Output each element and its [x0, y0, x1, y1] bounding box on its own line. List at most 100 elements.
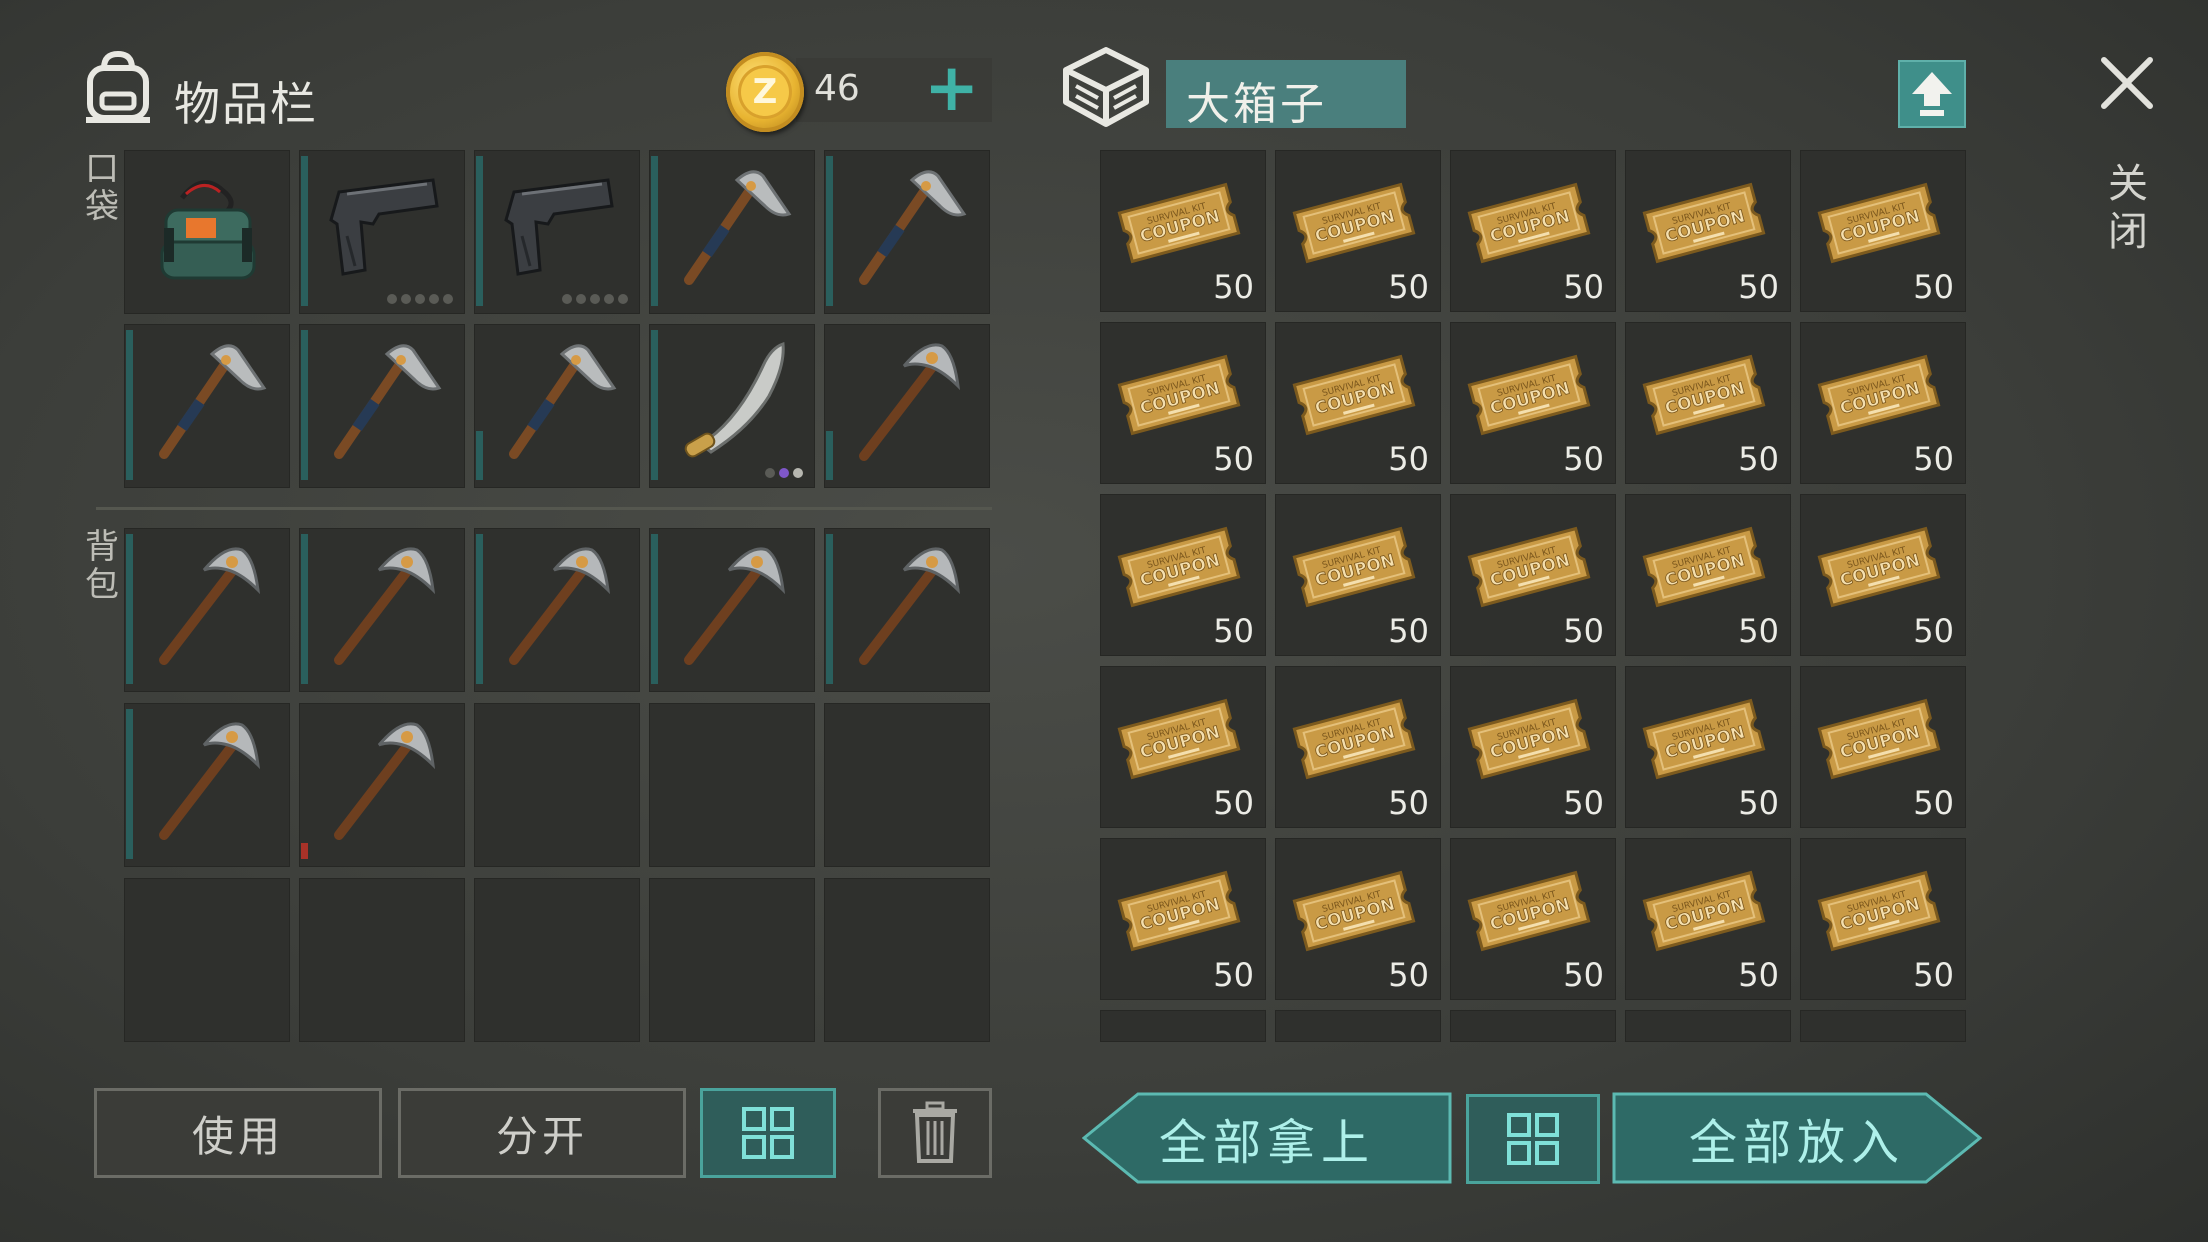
- inventory-slot[interactable]: [474, 528, 640, 692]
- take-all-label: 全部拿上: [1158, 1115, 1375, 1171]
- durability-bar: [126, 534, 133, 684]
- coupon-slot[interactable]: SURVIVAL KIT COUPON 50: [1625, 322, 1791, 484]
- coupon-slot[interactable]: SURVIVAL KIT COUPON 50: [1800, 150, 1966, 312]
- coupon-slot[interactable]: SURVIVAL KIT COUPON 50: [1800, 494, 1966, 656]
- coupon-slot[interactable]: SURVIVAL KIT COUPON 50: [1100, 494, 1266, 656]
- inventory-slot[interactable]: [124, 324, 290, 488]
- inventory-slot[interactable]: [649, 528, 815, 692]
- coupon-slot[interactable]: SURVIVAL KIT COUPON 50: [1275, 494, 1441, 656]
- coupon-slot[interactable]: SURVIVAL KIT COUPON 50: [1100, 322, 1266, 484]
- hatchet-icon: [509, 344, 617, 459]
- coupon-slot[interactable]: SURVIVAL KIT COUPON 50: [1800, 838, 1966, 1000]
- inventory-slot[interactable]: [124, 528, 290, 692]
- inventory-slot[interactable]: [824, 324, 990, 488]
- coupon-slot[interactable]: SURVIVAL KIT COUPON 50: [1275, 838, 1441, 1000]
- partial-slot[interactable]: [1100, 1010, 1266, 1042]
- coupon-slot[interactable]: SURVIVAL KIT COUPON 50: [1100, 838, 1266, 1000]
- inventory-slot[interactable]: [299, 150, 465, 314]
- coupon-slot[interactable]: SURVIVAL KIT COUPON 50: [1450, 322, 1616, 484]
- put-all-button[interactable]: 全部放入: [1612, 1092, 1982, 1184]
- survival-kit-coupon-icon: SURVIVAL KIT COUPON: [1467, 354, 1591, 436]
- quality-dots: [562, 294, 628, 304]
- inventory-slot[interactable]: [824, 878, 990, 1042]
- inventory-slot[interactable]: [474, 150, 640, 314]
- coupon-slot[interactable]: SURVIVAL KIT COUPON 50: [1625, 150, 1791, 312]
- partial-slot[interactable]: [1275, 1010, 1441, 1042]
- survival-kit-coupon-icon: SURVIVAL KIT COUPON: [1817, 354, 1941, 436]
- coupon-slot[interactable]: SURVIVAL KIT COUPON 50: [1275, 150, 1441, 312]
- inventory-slot[interactable]: [474, 324, 640, 488]
- grid-sort-icon: [1507, 1113, 1559, 1165]
- coupon-slot[interactable]: SURVIVAL KIT COUPON 50: [1450, 838, 1616, 1000]
- inventory-slot[interactable]: [824, 150, 990, 314]
- storage-box-icon: [1063, 47, 1149, 127]
- survival-kit-coupon-icon: SURVIVAL KIT COUPON: [1292, 526, 1416, 608]
- use-button[interactable]: 使用: [94, 1088, 382, 1178]
- pickaxe-icon: [684, 547, 786, 665]
- coupon-slot[interactable]: SURVIVAL KIT COUPON 50: [1625, 666, 1791, 828]
- sort-box-button[interactable]: [1466, 1094, 1600, 1184]
- survival-kit-coupon-icon: SURVIVAL KIT COUPON: [1642, 354, 1766, 436]
- inventory-slot[interactable]: [124, 878, 290, 1042]
- close-label[interactable]: 关闭: [2106, 160, 2150, 256]
- coupon-slot[interactable]: SURVIVAL KIT COUPON 50: [1275, 666, 1441, 828]
- durability-bar: [826, 156, 833, 306]
- split-button[interactable]: 分开: [398, 1088, 686, 1178]
- durability-bar: [301, 330, 308, 480]
- pickaxe-icon: [334, 547, 436, 665]
- item-quantity: 50: [1388, 612, 1429, 650]
- coupon-slot[interactable]: SURVIVAL KIT COUPON 50: [1100, 150, 1266, 312]
- inventory-slot[interactable]: [124, 150, 290, 314]
- coupon-slot[interactable]: SURVIVAL KIT COUPON 50: [1450, 150, 1616, 312]
- inventory-slot[interactable]: [649, 324, 815, 488]
- survival-kit-coupon-icon: SURVIVAL KIT COUPON: [1642, 182, 1766, 264]
- coupon-slot[interactable]: SURVIVAL KIT COUPON 50: [1625, 494, 1791, 656]
- survival-kit-coupon-icon: SURVIVAL KIT COUPON: [1292, 870, 1416, 952]
- coupon-slot[interactable]: SURVIVAL KIT COUPON 50: [1450, 666, 1616, 828]
- inventory-slot[interactable]: [649, 150, 815, 314]
- coupon-slot[interactable]: SURVIVAL KIT COUPON 50: [1275, 322, 1441, 484]
- inventory-slot[interactable]: [649, 703, 815, 867]
- item-quantity: 50: [1913, 440, 1954, 478]
- sort-inventory-button[interactable]: [700, 1088, 836, 1178]
- hatchet-icon: [334, 344, 442, 459]
- grid-sort-icon: [742, 1107, 794, 1159]
- inventory-slot[interactable]: [124, 703, 290, 867]
- inventory-slot[interactable]: [299, 324, 465, 488]
- item-quantity: 50: [1738, 440, 1779, 478]
- coupon-slot[interactable]: SURVIVAL KIT COUPON 50: [1800, 666, 1966, 828]
- inventory-slot[interactable]: [299, 703, 465, 867]
- durability-bar: [126, 709, 133, 859]
- upload-button[interactable]: [1898, 60, 1966, 128]
- survival-kit-coupon-icon: SURVIVAL KIT COUPON: [1817, 526, 1941, 608]
- inventory-slot[interactable]: [824, 528, 990, 692]
- partial-slot[interactable]: [1450, 1010, 1616, 1042]
- take-all-button[interactable]: 全部拿上: [1082, 1092, 1452, 1184]
- coupon-slot[interactable]: SURVIVAL KIT COUPON 50: [1625, 838, 1791, 1000]
- item-quantity: 50: [1738, 956, 1779, 994]
- coupon-slot[interactable]: SURVIVAL KIT COUPON 50: [1450, 494, 1616, 656]
- durability-bar: [301, 156, 308, 306]
- delete-button[interactable]: [878, 1088, 992, 1178]
- durability-bar: [476, 430, 483, 480]
- inventory-slot[interactable]: [824, 703, 990, 867]
- coupon-slot[interactable]: SURVIVAL KIT COUPON 50: [1800, 322, 1966, 484]
- partial-slot[interactable]: [1800, 1010, 1966, 1042]
- coupon-slot[interactable]: SURVIVAL KIT COUPON 50: [1100, 666, 1266, 828]
- partial-slot[interactable]: [1625, 1010, 1791, 1042]
- add-currency-button[interactable]: +: [924, 55, 979, 122]
- survival-kit-coupon-icon: SURVIVAL KIT COUPON: [1642, 698, 1766, 780]
- close-icon[interactable]: [2096, 52, 2158, 114]
- inventory-slot[interactable]: [474, 878, 640, 1042]
- item-quantity: 50: [1388, 268, 1429, 306]
- item-quantity: 50: [1213, 440, 1254, 478]
- inventory-slot[interactable]: [474, 703, 640, 867]
- inventory-slot[interactable]: [649, 878, 815, 1042]
- item-quantity: 50: [1563, 440, 1604, 478]
- inventory-slot[interactable]: [299, 878, 465, 1042]
- inventory-slot[interactable]: [299, 528, 465, 692]
- item-quantity: 50: [1213, 784, 1254, 822]
- survival-kit-coupon-icon: SURVIVAL KIT COUPON: [1817, 182, 1941, 264]
- currency-amount: 46: [814, 68, 860, 109]
- pickaxe-icon: [159, 722, 261, 840]
